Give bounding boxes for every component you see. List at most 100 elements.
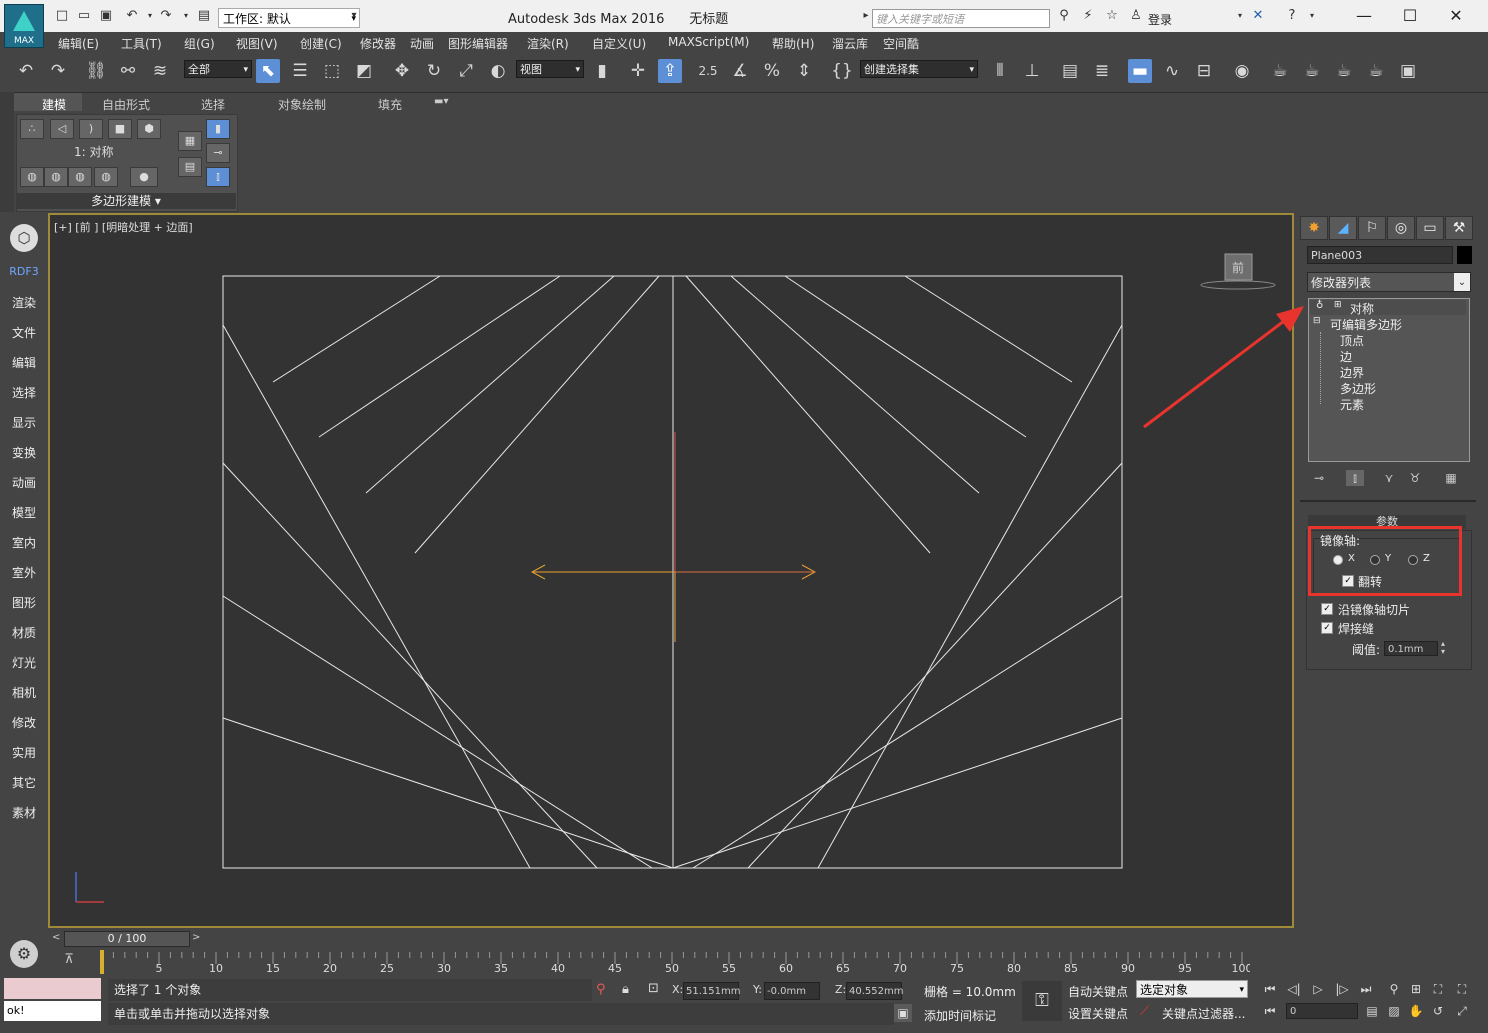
hierarchy-tab-icon[interactable]: ⚐ xyxy=(1358,216,1386,240)
menu-kongjianku[interactable]: 空间酷 xyxy=(883,35,919,52)
z-coord-field[interactable]: 40.552mm xyxy=(846,982,903,1000)
x-coord-field[interactable]: 51.151mm xyxy=(683,982,740,1000)
mirror-icon[interactable]: ⫴ xyxy=(988,59,1012,83)
motion-tab-icon[interactable]: ◎ xyxy=(1387,216,1415,240)
snap-toggle-icon[interactable]: 2.5 xyxy=(696,59,720,83)
stack-sub-edge[interactable]: 边 xyxy=(1340,348,1352,365)
sidebar-item-shape[interactable]: 图形 xyxy=(0,594,48,611)
login-dropdown-icon[interactable]: ▾ xyxy=(1232,8,1248,24)
viewcube[interactable]: 前 xyxy=(1200,252,1278,292)
light-bulb-icon[interactable]: ♁ xyxy=(1316,300,1323,311)
utilities-tab-icon[interactable]: ⚒ xyxy=(1445,216,1473,240)
render-iterative-icon[interactable]: ☕ xyxy=(1364,59,1388,83)
layer-manager-icon[interactable]: ≣ xyxy=(1090,59,1114,83)
polygon-mode-icon[interactable]: ■ xyxy=(108,119,132,139)
absolute-mode-icon[interactable]: ⊡ xyxy=(648,981,659,996)
menu-liuyunku[interactable]: 溜云库 xyxy=(832,35,868,52)
key-filters-button[interactable]: 关键点过滤器... xyxy=(1162,1005,1245,1022)
rectangular-selection-icon[interactable]: ⬚ xyxy=(320,59,344,83)
previous-frame-icon[interactable]: ◁| xyxy=(1284,980,1304,998)
project-folder-icon[interactable]: ▤ xyxy=(196,8,212,24)
maxscript-listener-output[interactable]: ok! xyxy=(4,1001,101,1021)
redo-icon[interactable]: ↷ xyxy=(158,8,174,24)
threshold-input[interactable]: 0.1mm xyxy=(1384,641,1438,656)
preview-multi-icon[interactable]: ◍ xyxy=(68,167,92,187)
pivot-center-icon[interactable]: ▮ xyxy=(590,59,614,83)
time-slider[interactable] xyxy=(48,930,1298,946)
help-icon[interactable]: ? xyxy=(1284,8,1300,24)
bind-space-warp-icon[interactable]: ≋ xyxy=(148,59,172,83)
ribbon-tab-modeling[interactable]: 建模 xyxy=(42,96,66,113)
select-manipulate-icon[interactable]: ✛ xyxy=(626,59,650,83)
login-link[interactable]: 登录 xyxy=(1148,11,1172,28)
menu-maxscript[interactable]: MAXScript(M) xyxy=(668,35,749,49)
show-end-result-icon[interactable]: ⫾ xyxy=(1346,470,1364,486)
current-frame-field[interactable]: 0 xyxy=(1286,1003,1358,1019)
render-production-icon[interactable]: ☕ xyxy=(1332,59,1356,83)
sidebar-item-render[interactable]: 渲染 xyxy=(0,294,48,311)
menu-tools[interactable]: 工具(T) xyxy=(121,35,162,52)
viewport-canvas[interactable] xyxy=(50,215,1292,926)
exchange-apps-icon[interactable]: ✕ xyxy=(1250,8,1266,24)
sidebar-item-assets[interactable]: 素材 xyxy=(0,804,48,821)
maximize-viewport-icon[interactable]: ⤢ xyxy=(1452,1002,1472,1020)
user-icon[interactable]: ♙ xyxy=(1128,8,1144,24)
pin-stack-icon[interactable]: ⊸ xyxy=(206,143,230,163)
field-of-view-icon[interactable]: ▨ xyxy=(1384,1002,1404,1020)
ribbon-tab-selection[interactable]: 选择 xyxy=(201,96,225,113)
maximize-button[interactable]: ☐ xyxy=(1390,4,1430,28)
open-file-icon[interactable]: ▭ xyxy=(76,8,92,24)
key-icon[interactable]: ⚿ xyxy=(1022,981,1062,1021)
spinner-snap-icon[interactable]: ⇕ xyxy=(792,59,816,83)
menu-create[interactable]: 创建(C) xyxy=(300,35,342,52)
sidebar-item-light[interactable]: 灯光 xyxy=(0,654,48,671)
search-input[interactable]: 键入关键字或短语 xyxy=(872,9,1050,28)
expand-icon[interactable]: ⊞ xyxy=(1334,300,1342,310)
add-time-tag-button[interactable]: 添加时间标记 xyxy=(924,1007,996,1024)
sidebar-item-display[interactable]: 显示 xyxy=(0,414,48,431)
sidebar-item-model[interactable]: 模型 xyxy=(0,504,48,521)
angle-snap-icon[interactable]: ∡ xyxy=(728,59,752,83)
sidebar-item-edit[interactable]: 编辑 xyxy=(0,354,48,371)
object-color-swatch[interactable] xyxy=(1457,246,1472,264)
border-mode-icon[interactable]: ) xyxy=(79,119,103,139)
preview-off-icon[interactable]: ◍ xyxy=(20,167,44,187)
create-tab-icon[interactable]: ✸ xyxy=(1300,216,1328,240)
help-dropdown-icon[interactable]: ▾ xyxy=(1304,8,1320,24)
collapse-stack-icon[interactable]: ▦ xyxy=(178,131,202,151)
stack-item-symmetry[interactable]: 对称 xyxy=(1350,300,1374,317)
ribbon-tab-freeform[interactable]: 自由形式 xyxy=(102,96,150,113)
current-time-marker[interactable] xyxy=(100,950,104,974)
binoculars-icon[interactable]: ⚲ xyxy=(1056,8,1072,24)
material-editor-icon[interactable]: ◉ xyxy=(1230,59,1254,83)
sidebar-item-exterior[interactable]: 室外 xyxy=(0,564,48,581)
menu-group[interactable]: 组(G) xyxy=(184,35,215,52)
curve-editor-icon[interactable]: ∿ xyxy=(1160,59,1184,83)
go-to-end-icon[interactable]: ⏭ xyxy=(1356,980,1376,998)
display-tab-icon[interactable]: ▭ xyxy=(1416,216,1444,240)
menu-help[interactable]: 帮助(H) xyxy=(772,35,814,52)
undo-icon[interactable]: ↶ xyxy=(124,8,140,24)
stack-sub-polygon[interactable]: 多边形 xyxy=(1340,380,1376,397)
edit-named-selection-icon[interactable]: {} xyxy=(830,59,854,83)
lock-icon[interactable]: 🔒︎ xyxy=(622,982,629,997)
sidebar-item-utility[interactable]: 实用 xyxy=(0,744,48,761)
remove-modifier-icon[interactable]: ♉ xyxy=(1406,470,1424,486)
collapse-icon[interactable]: ⊟ xyxy=(1313,316,1321,326)
preview-subobject-icon[interactable]: ◍ xyxy=(44,167,68,187)
next-frame-icon[interactable]: |▷ xyxy=(1332,980,1352,998)
go-to-start-icon[interactable]: ⏮ xyxy=(1260,980,1280,998)
sidebar-item-animation[interactable]: 动画 xyxy=(0,474,48,491)
zoom-extents-icon[interactable]: ⛶ xyxy=(1428,980,1448,998)
threshold-spinner[interactable]: ▴ ▾ xyxy=(1441,640,1445,656)
render-shortcuts-icon[interactable]: ▣ xyxy=(1396,59,1420,83)
stack-sub-vertex[interactable]: 顶点 xyxy=(1340,332,1364,349)
customize-quick-access-icon[interactable]: ▾ xyxy=(346,8,362,24)
window-crossing-icon[interactable]: ◩ xyxy=(352,59,376,83)
sidebar-item-material[interactable]: 材质 xyxy=(0,624,48,641)
unlink-icon[interactable]: ⚯ xyxy=(116,59,140,83)
weld-seam-checkbox[interactable]: ✓ xyxy=(1321,622,1333,634)
menu-animation[interactable]: 动画 xyxy=(410,35,434,52)
stack-sub-border[interactable]: 边界 xyxy=(1340,364,1364,381)
sidebar-item-other[interactable]: 其它 xyxy=(0,774,48,791)
